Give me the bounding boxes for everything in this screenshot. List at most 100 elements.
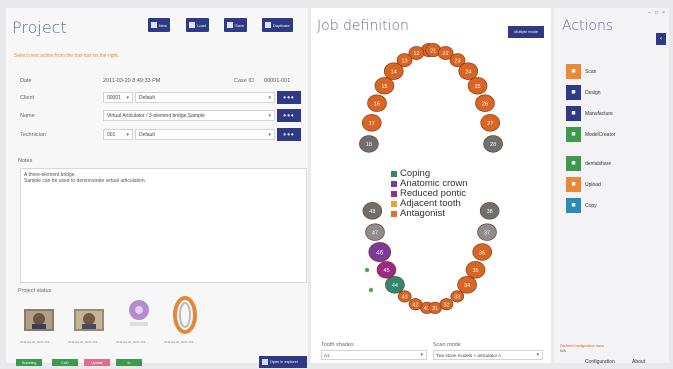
tooth-48[interactable]: 48 — [362, 202, 383, 220]
multiple-mode-button[interactable]: Multiple mode — [508, 26, 544, 38]
maximize-icon[interactable]: □ — [655, 10, 658, 16]
tooth-14[interactable]: 14 — [383, 62, 404, 80]
tooth-number: 32 — [443, 302, 449, 308]
tooth-24[interactable]: 24 — [458, 62, 479, 80]
client-more-button[interactable]: ••• — [277, 91, 301, 104]
tooth-37[interactable]: 37 — [477, 223, 497, 241]
tooth-number: 23 — [454, 58, 460, 64]
action-copy[interactable]: ■ Copy — [566, 198, 597, 213]
tooth-number: 17 — [369, 121, 375, 127]
upload-icon: ■ — [566, 177, 581, 192]
abutment-marker — [364, 267, 370, 273]
tooth-number: 42 — [412, 302, 418, 308]
tooth-15[interactable]: 15 — [374, 77, 395, 95]
action-label: Scan — [585, 68, 597, 75]
model-thumbnail[interactable] — [172, 296, 198, 334]
new-button[interactable]: New — [148, 18, 171, 32]
open-explorer-button[interactable]: Open in explorer — [259, 356, 307, 368]
name-more-button[interactable]: ••• — [277, 109, 301, 122]
action-scan[interactable]: ■ Scan — [566, 64, 596, 79]
scan-mode-select[interactable]: Two stone models + articulator A ▾ — [433, 350, 543, 360]
collapse-panel-button[interactable]: ‹ — [656, 33, 666, 45]
notes-label: Notes — [18, 158, 33, 164]
config-issue-text: N/A — [560, 349, 566, 353]
thumbnail-caption: 2011-03-20_0001-001-... — [68, 340, 101, 344]
tooth-32[interactable]: 32 — [439, 298, 454, 311]
job-title: Job definition — [317, 18, 409, 34]
tooth-16[interactable]: 16 — [367, 94, 387, 112]
client-label: Client — [20, 95, 35, 101]
tooth-26[interactable]: 26 — [475, 94, 495, 112]
tooth-number: 28 — [490, 142, 496, 148]
technician-combo[interactable]: Default ▾ — [135, 129, 275, 140]
date-label: Date — [20, 78, 32, 84]
status-pill: In — [116, 359, 142, 366]
tooth-number: 13 — [401, 58, 407, 64]
tooth-shades-value: A1 — [324, 352, 330, 358]
tooth-number: 26 — [482, 101, 488, 107]
load-button[interactable]: Load — [186, 18, 209, 32]
dentalshare-icon: ■ — [566, 156, 581, 171]
tooth-17[interactable]: 17 — [361, 114, 382, 132]
legend-item: Antagonist — [391, 208, 445, 219]
about-link[interactable]: About — [632, 359, 645, 365]
action-design[interactable]: ■ Design — [566, 85, 601, 100]
tooth-33[interactable]: 33 — [450, 290, 465, 303]
save-button[interactable]: Save — [224, 18, 248, 32]
tooth-45[interactable]: 45 — [376, 261, 397, 279]
tooth-36[interactable]: 36 — [472, 243, 493, 261]
chevron-down-icon: ▾ — [126, 132, 129, 138]
action-label: Manufacture — [585, 110, 613, 117]
tooth-38[interactable]: 38 — [479, 202, 500, 220]
tooth-34[interactable]: 34 — [457, 276, 477, 294]
action-label: ModelCreator — [585, 131, 616, 138]
tooth-number: 36 — [479, 250, 485, 256]
action-dentalshare[interactable]: ■ dentalshare — [566, 156, 611, 171]
technician-more-button[interactable]: ••• — [277, 128, 301, 141]
legend-swatch — [391, 210, 397, 217]
tooth-28[interactable]: 28 — [483, 135, 503, 153]
tooth-43[interactable]: 43 — [397, 290, 412, 303]
client-combo[interactable]: Default ▾ — [135, 92, 275, 103]
load-label: Load — [197, 22, 206, 28]
photo-thumbnail[interactable] — [74, 309, 104, 331]
action-upload[interactable]: ■ Upload — [566, 177, 601, 192]
minimize-icon[interactable]: – — [648, 10, 651, 16]
client-code-combo[interactable]: 00001 ▾ — [103, 92, 133, 103]
tooth-31[interactable]: 31 — [428, 301, 442, 314]
duplicate-label: Duplicate — [273, 22, 290, 28]
duplicate-button[interactable]: Duplicate — [262, 18, 293, 32]
tooth-27[interactable]: 27 — [480, 114, 501, 132]
technician-code-combo[interactable]: 001 ▾ — [103, 129, 133, 140]
technician-value: Default — [139, 131, 155, 138]
save-icon — [227, 22, 233, 28]
tooth-shades-select[interactable]: A1 ▾ — [321, 350, 427, 360]
close-icon[interactable]: × — [662, 10, 665, 16]
tooth-18[interactable]: 18 — [359, 135, 379, 153]
tooth-35[interactable]: 35 — [465, 261, 486, 279]
action-manufacture[interactable]: ■ Manufacture — [566, 106, 613, 121]
tooth-number: 43 — [402, 295, 408, 301]
config-issue-title: Detected configuration issue — [560, 344, 605, 348]
tooth-47[interactable]: 47 — [365, 223, 385, 241]
tooth-25[interactable]: 25 — [467, 77, 488, 95]
name-value: Virtual Articulator / 3-element bridge,S… — [107, 112, 205, 119]
tooth-46[interactable]: 46 — [368, 242, 392, 263]
scan-icon: ■ — [566, 64, 581, 79]
scan-thumbnail[interactable] — [126, 298, 152, 332]
window-controls: – □ × — [648, 10, 665, 16]
notes-textarea[interactable]: A three-element bridge. Sample can be us… — [20, 168, 307, 283]
configuration-link[interactable]: Configuration — [585, 359, 615, 365]
photo-thumbnail[interactable] — [24, 309, 54, 331]
action-modelcreator[interactable]: ■ ModelCreator — [566, 127, 615, 142]
chevron-down-icon: ▾ — [268, 95, 271, 101]
status-label: Project status — [18, 288, 52, 294]
tooth-number: 33 — [454, 295, 460, 301]
tooth-number: 25 — [474, 84, 480, 90]
tooth-44[interactable]: 44 — [385, 276, 405, 294]
tooth-42[interactable]: 42 — [408, 298, 423, 311]
job-panel: 1112131415161718212223242526272841424344… — [311, 8, 551, 363]
thumbnail-caption: 2011-03-20_0001-001-... — [116, 340, 149, 344]
action-label: Upload — [585, 181, 601, 188]
name-combo[interactable]: Virtual Articulator / 3-element bridge,S… — [103, 110, 275, 121]
